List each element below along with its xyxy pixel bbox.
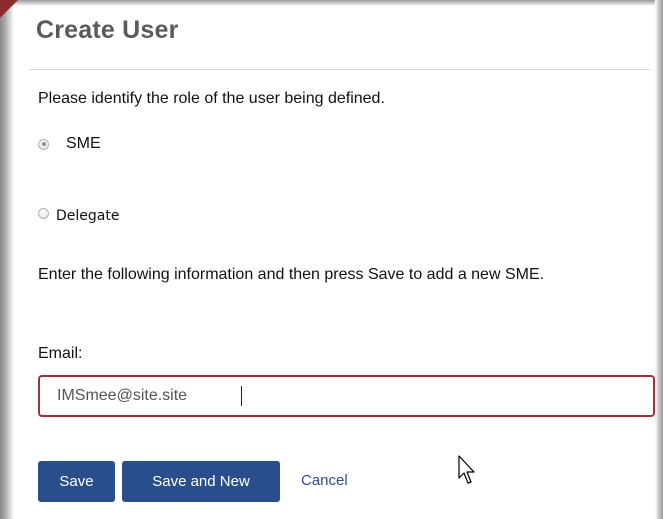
delegate-radio-label[interactable]: Delegate [56,208,119,224]
text-caret [241,386,242,406]
mouse-pointer-icon [458,455,475,484]
dialog-title: Create User [36,16,179,44]
cancel-link[interactable]: Cancel [301,472,348,489]
title-divider [30,69,650,70]
corner-accent [0,0,18,18]
role-option-delegate[interactable]: Delegate [38,202,119,224]
sme-radio-button[interactable] [38,138,49,150]
window-left-edge [0,0,14,519]
role-option-sme[interactable]: SME [38,135,101,153]
create-user-dialog: Create User Please identify the role of … [30,0,655,519]
email-label: Email: [38,345,83,362]
delegate-radio-button[interactable] [38,207,49,219]
role-instructions: Please identify the role of the user bei… [38,90,385,107]
form-instructions: Enter the following information and then… [38,266,545,283]
email-field[interactable] [38,375,655,417]
window-right-edge [655,0,663,519]
save-button[interactable]: Save [38,461,115,502]
save-and-new-button[interactable]: Save and New [122,461,280,502]
sme-radio-label[interactable]: SME [66,135,101,153]
